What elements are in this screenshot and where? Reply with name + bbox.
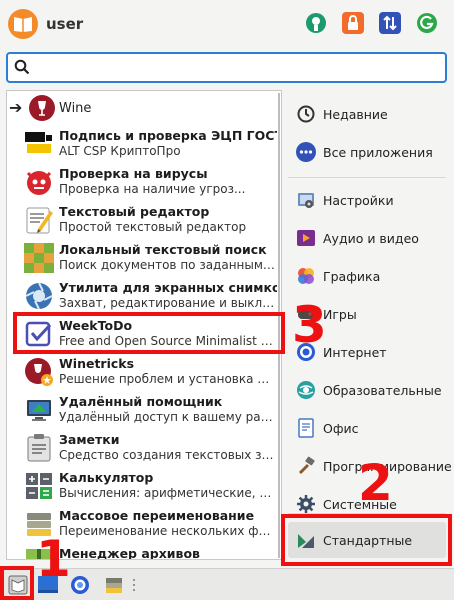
screenshot-icon [24, 281, 54, 311]
app-description: Средство создания текстовых заметок [59, 448, 277, 462]
graphics-icon [296, 266, 316, 286]
category-office[interactable]: Офис [288, 410, 446, 446]
software-center-button[interactable] [304, 11, 328, 35]
category-settings[interactable]: Настройки [288, 182, 446, 218]
app-description: Простой текстовый редактор [59, 220, 247, 234]
wine-label: Wine [59, 101, 92, 116]
lock-icon [342, 12, 364, 34]
wine-folder-row[interactable]: ➔ Wine [7, 93, 281, 123]
search-input[interactable] [36, 57, 436, 79]
category-label: Все приложения [323, 145, 433, 160]
app-item-antivirus[interactable]: Проверка на вирусы Проверка на наличие у… [7, 163, 281, 201]
lock-screen-button[interactable] [341, 11, 365, 35]
category-label: Недавние [323, 107, 388, 122]
menu-header: user [0, 0, 454, 50]
gear-icon [296, 494, 316, 514]
username: user [46, 15, 84, 33]
app-description: Поиск документов по заданным условиям [59, 258, 277, 272]
category-label: Аудио и видео [323, 231, 419, 246]
app-title: Массовое переименование [59, 508, 255, 523]
taskbar-handle[interactable] [128, 573, 140, 597]
settings-icon [296, 190, 316, 210]
antivirus-icon [24, 167, 54, 197]
annotation-box-1 [0, 566, 34, 600]
user-avatar[interactable] [8, 9, 38, 39]
programming-icon [296, 456, 316, 476]
category-all[interactable]: Все приложения [288, 134, 446, 170]
category-separator [288, 177, 446, 178]
annotation-number-2: 2 [358, 454, 393, 512]
education-icon [296, 380, 316, 400]
category-label: Настройки [323, 193, 394, 208]
annotation-box-3 [13, 312, 285, 354]
app-description: ALT CSP КриптоПро [59, 144, 181, 158]
calculator-icon [24, 471, 54, 501]
arrow-right-icon: ➔ [9, 98, 23, 117]
remote-assist-icon [24, 395, 54, 425]
app-item-calculator[interactable]: Калькулятор Вычисления: арифметические, … [7, 467, 281, 505]
text-editor-icon [24, 205, 54, 235]
app-item-winetricks[interactable]: Winetricks Решение проблем и установка п… [7, 353, 281, 391]
app-item-text-editor[interactable]: Текстовый редактор Простой текстовый ред… [7, 201, 281, 239]
software-center-icon [306, 13, 326, 33]
switch-user-button[interactable] [378, 11, 402, 35]
app-description: Решение проблем и установка программ [59, 372, 277, 386]
app-item-screenshot[interactable]: Утилита для экранных снимков Захват, ред… [7, 277, 281, 315]
category-label: Графика [323, 269, 381, 284]
office-icon [296, 418, 316, 438]
app-title: Менеджер архивов [59, 546, 200, 560]
app-title: Заметки [59, 432, 120, 447]
files-launcher[interactable] [102, 573, 126, 597]
app-title: Локальный текстовый поиск [59, 242, 267, 257]
app-item-text-search[interactable]: Локальный текстовый поиск Поиск документ… [7, 239, 281, 277]
app-description: Захват, редактирование и выкладывание [59, 296, 277, 310]
category-graphics[interactable]: Графика [288, 258, 446, 294]
category-recent[interactable]: Недавние [288, 96, 446, 132]
search-field[interactable] [6, 52, 447, 83]
app-item-remote-assist[interactable]: Удалённый помощник Удалённый доступ к ва… [7, 391, 281, 429]
category-label: Интернет [323, 345, 387, 360]
drag-handle-icon [133, 579, 135, 591]
logout-icon [417, 13, 437, 33]
app-title: Утилита для экранных снимков [59, 280, 277, 295]
app-item-notes[interactable]: Заметки Средство создания текстовых заме… [7, 429, 281, 467]
annotation-box-2 [281, 514, 452, 566]
app-description: Проверка на наличие угроз... [59, 182, 246, 196]
notes-icon [24, 433, 54, 463]
audio-video-icon [296, 228, 316, 248]
search-icon [14, 59, 30, 75]
browser-launcher[interactable] [68, 573, 92, 597]
annotation-number-1: 1 [36, 530, 71, 588]
clock-icon [296, 104, 316, 124]
app-title: Подпись и проверка ЭЦП ГОСТ [59, 128, 277, 143]
app-title: Проверка на вирусы [59, 166, 208, 181]
winetricks-icon [24, 357, 54, 387]
app-title: Winetricks [59, 356, 135, 371]
altcsp-icon [24, 129, 54, 159]
browser-icon [71, 576, 89, 594]
category-education[interactable]: Образовательные [288, 372, 446, 408]
app-description: Переименование нескольких файлов [59, 524, 277, 538]
category-label: Образовательные [323, 383, 442, 398]
app-title: Удалённый помощник [59, 394, 223, 409]
app-title: Калькулятор [59, 470, 154, 485]
file-manager-icon [106, 578, 122, 593]
app-description: Вычисления: арифметические, научные [59, 486, 277, 500]
wine-icon [29, 95, 55, 121]
app-title: Текстовый редактор [59, 204, 210, 219]
category-label: Офис [323, 421, 359, 436]
switch-user-icon [379, 12, 401, 34]
app-description: Удалённый доступ к вашему рабочему столу [59, 410, 277, 424]
all-apps-icon [296, 142, 316, 162]
category-label: Игры [323, 307, 357, 322]
logout-button[interactable] [415, 11, 439, 35]
book-icon [14, 17, 32, 32]
annotation-number-3: 3 [292, 296, 327, 354]
category-audio-video[interactable]: Аудио и видео [288, 220, 446, 256]
app-item-altcsp[interactable]: Подпись и проверка ЭЦП ГОСТ ALT CSP Крип… [7, 125, 281, 163]
text-search-icon [24, 243, 54, 273]
